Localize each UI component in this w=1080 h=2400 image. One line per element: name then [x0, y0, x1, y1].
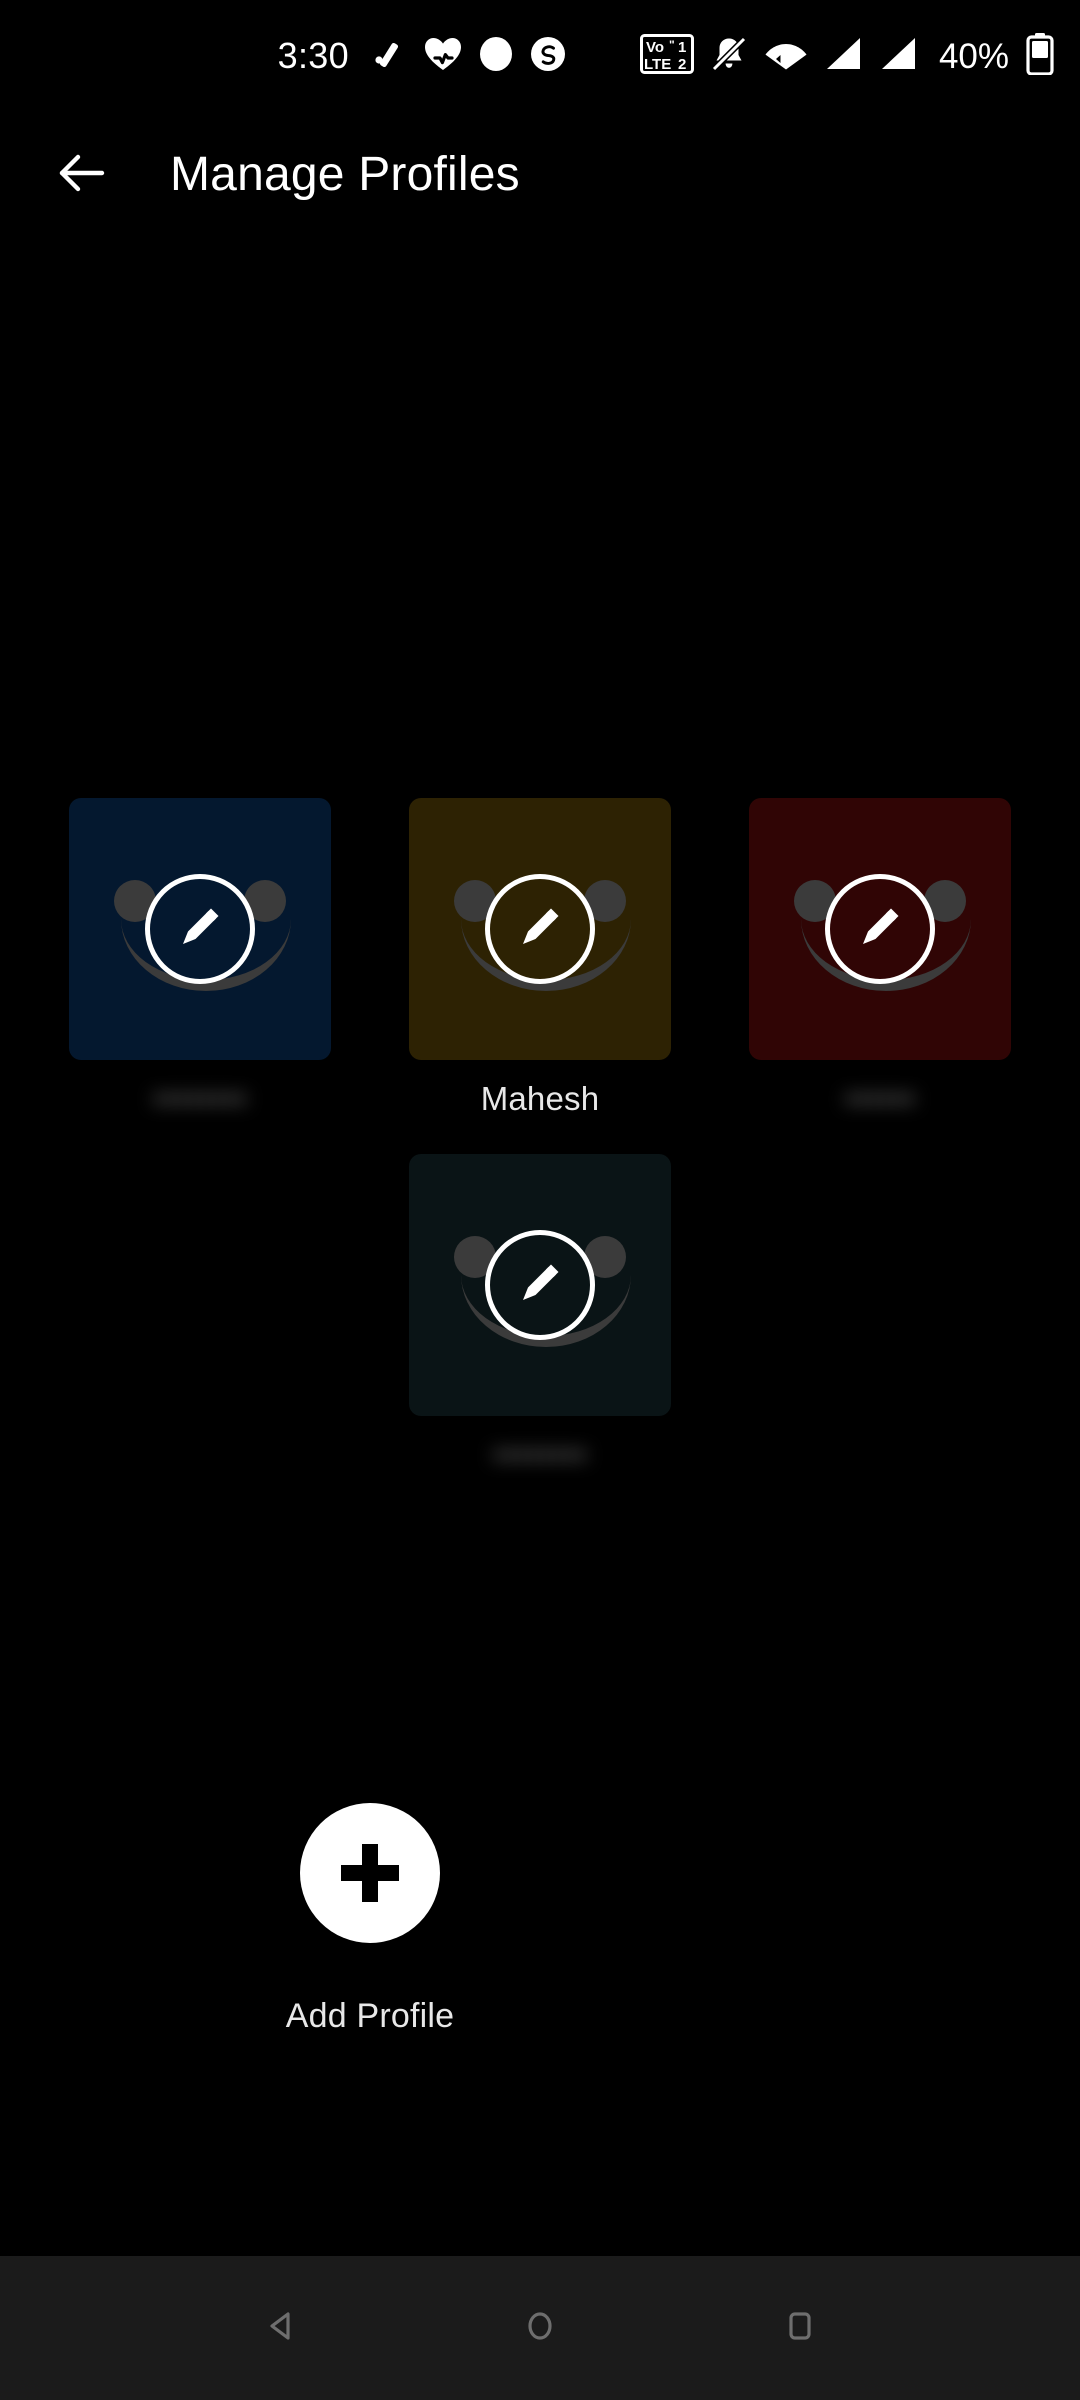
status-clock: 3:30: [277, 35, 349, 76]
nav-recents-button[interactable]: [735, 2263, 865, 2393]
nav-back-button[interactable]: [215, 2263, 345, 2393]
profiles-content: •••••••• Mahesh •••••• •••••••• Add Prof…: [0, 238, 1080, 2256]
battery-icon: [1026, 32, 1054, 80]
page-title: Manage Profiles: [170, 148, 520, 201]
pencil-edit-icon: [509, 1252, 571, 1319]
pencil-edit-icon: [509, 896, 571, 963]
profile-avatar-tile[interactable]: [409, 1154, 671, 1416]
notifications-muted-icon: [709, 34, 749, 79]
nav-home-button[interactable]: [475, 2263, 605, 2393]
status-bar-right: Vo " 1 LTE 2 40%: [639, 32, 1054, 80]
svg-text:1: 1: [678, 39, 686, 56]
profile-item[interactable]: ••••••••: [409, 1154, 671, 1474]
pencil-edit-icon: [169, 896, 231, 963]
profile-avatar-tile[interactable]: [69, 798, 331, 1060]
profile-name-label: Mahesh: [480, 1080, 600, 1117]
system-navigation-bar: [0, 2256, 1080, 2400]
edit-profile-badge[interactable]: [485, 874, 595, 984]
app-bar: Manage Profiles: [0, 112, 1080, 238]
profile-item[interactable]: ••••••••: [69, 798, 331, 1118]
back-arrow-icon: [54, 145, 110, 206]
add-profile-button[interactable]: Add Profile: [239, 1803, 501, 2033]
circle-filled-icon: [479, 36, 513, 77]
svg-text:Vo: Vo: [646, 39, 664, 56]
pencil-edit-icon: [849, 896, 911, 963]
manage-profiles-screen: 3:30 Vo " 1 LTE 2 40% Manage Profiles ••…: [0, 0, 1080, 2400]
nav-recents-icon: [775, 2301, 825, 2356]
nav-back-icon: [255, 2301, 305, 2356]
profile-item[interactable]: ••••••: [749, 798, 1011, 1118]
nav-home-icon: [515, 2301, 565, 2356]
edit-profile-badge[interactable]: [825, 874, 935, 984]
profile-avatar-tile[interactable]: [749, 798, 1011, 1060]
svg-text:": ": [669, 38, 675, 52]
profile-item[interactable]: Mahesh: [409, 798, 671, 1118]
status-bar-left: 3:30: [278, 36, 566, 77]
loop-circle-icon: [530, 36, 566, 77]
svg-text:LTE: LTE: [644, 56, 671, 73]
profile-avatar-tile[interactable]: [409, 798, 671, 1060]
profile-name-label: ••••••: [844, 1080, 916, 1117]
profile-name-label: ••••••••: [152, 1080, 248, 1117]
back-button[interactable]: [40, 133, 124, 217]
battery-percent-label: 40%: [938, 36, 1009, 76]
add-profile-section: Add Profile: [0, 1803, 1080, 2033]
profile-name-label: ••••••••: [492, 1436, 588, 1473]
add-profile-label: Add Profile: [285, 1997, 455, 2035]
heart-pulse-icon: [424, 36, 462, 77]
status-bar: 3:30 Vo " 1 LTE 2 40%: [0, 0, 1080, 112]
wifi-icon: [764, 35, 808, 78]
checkmark-slash-icon: [371, 36, 407, 77]
edit-profile-badge[interactable]: [485, 1230, 595, 1340]
svg-text:2: 2: [678, 56, 686, 73]
signal-sim2-icon: [878, 35, 918, 78]
plus-icon[interactable]: [300, 1803, 440, 1943]
edit-profile-badge[interactable]: [145, 874, 255, 984]
volte-dual-sim-icon: Vo " 1 LTE 2: [639, 33, 694, 79]
signal-sim1-icon: [823, 35, 863, 78]
profiles-grid: •••••••• Mahesh •••••• ••••••••: [0, 798, 1080, 1474]
